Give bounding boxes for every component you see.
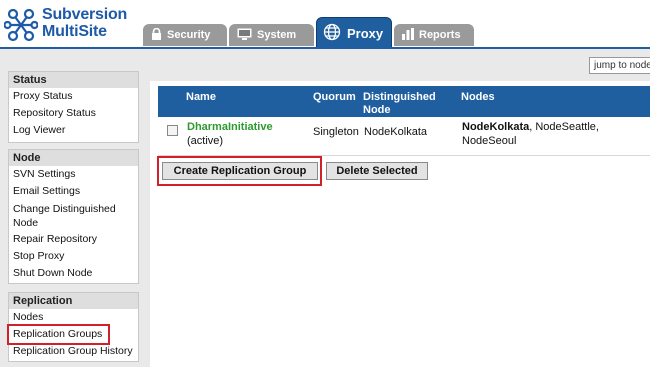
sidebar-item-shut-down-node[interactable]: Shut Down Node (9, 265, 138, 282)
logo-line-1: Subversion (42, 6, 128, 23)
logo-line-2: MultiSite (42, 23, 107, 40)
group-nodes-distinguished: NodeKolkata (462, 121, 530, 133)
column-header-quorum: Quorum (313, 91, 356, 103)
sidebar-heading: Replication (9, 293, 138, 309)
sidebar-item-replication-group-history[interactable]: Replication Group History (9, 343, 138, 360)
group-distinguished-node: NodeKolkata (364, 126, 427, 138)
delete-selected-button[interactable]: Delete Selected (326, 162, 428, 180)
column-header-distinguished: Distinguished (363, 91, 436, 103)
tab-security[interactable]: Security (143, 24, 227, 46)
tab-reports[interactable]: Reports (394, 24, 474, 46)
group-status: (active) (187, 135, 224, 147)
sidebar-heading: Status (9, 72, 138, 88)
create-replication-group-button[interactable]: Create Replication Group (162, 162, 318, 180)
network-logo-icon (4, 8, 38, 42)
lock-icon (151, 27, 162, 43)
sidebar-heading: Node (9, 150, 138, 166)
group-name-link[interactable]: DharmaInitiative (187, 121, 273, 134)
monitor-icon (237, 28, 252, 43)
tab-label: System (257, 29, 297, 41)
column-header-name: Name (186, 91, 216, 103)
group-nodes-line2: NodeSeoul (462, 135, 517, 147)
sidebar-item-nodes[interactable]: Nodes (9, 309, 138, 326)
sidebar-replication-panel: Replication Nodes Replication Groups Rep… (6, 292, 139, 362)
group-quorum: Singleton (313, 126, 359, 138)
sidebar-item-change-distinguished-node[interactable]: Change Distinguished Node (9, 200, 138, 231)
tab-label: Reports (419, 29, 461, 41)
app-logo[interactable]: Subversion MultiSite (4, 3, 139, 47)
column-header-distinguished-node: Node (363, 104, 391, 116)
jump-to-node-input[interactable]: jump to node (589, 57, 650, 74)
row-checkbox[interactable] (167, 125, 178, 136)
sidebar-item-proxy-status[interactable]: Proxy Status (9, 88, 138, 105)
sidebar-item-repair-repository[interactable]: Repair Repository (9, 231, 138, 248)
tab-label: Security (167, 29, 211, 41)
bar-chart-icon (402, 27, 414, 43)
sidebar-node-panel: Node SVN Settings Email Settings Change … (8, 149, 139, 284)
sidebar-status-panel: Status Proxy Status Repository Status Lo… (8, 71, 139, 143)
column-header-nodes: Nodes (461, 91, 495, 103)
sidebar-item-stop-proxy[interactable]: Stop Proxy (9, 248, 138, 265)
tab-proxy[interactable]: Proxy (316, 17, 392, 48)
sidebar-item-log-viewer[interactable]: Log Viewer (9, 122, 138, 139)
sidebar-item-svn-settings[interactable]: SVN Settings (9, 166, 138, 183)
group-nodes-rest: , NodeSeattle, (529, 121, 599, 133)
table-header: Name Quorum Distinguished Node Nodes (158, 86, 650, 117)
logo-text: Subversion MultiSite (42, 6, 127, 40)
tab-system[interactable]: System (229, 24, 314, 46)
globe-icon (323, 23, 341, 44)
tab-label: Proxy (347, 25, 384, 41)
sidebar-item-email-settings[interactable]: Email Settings (9, 183, 138, 200)
sidebar-item-replication-groups-wrap: Replication Groups (6, 324, 138, 345)
table-row: DharmaInitiative (active) Singleton Node… (158, 117, 650, 156)
header: Subversion MultiSite Security System Pro… (0, 0, 650, 48)
sidebar-item-replication-groups[interactable]: Replication Groups (6, 324, 111, 345)
sidebar-item-repository-status[interactable]: Repository Status (9, 105, 138, 122)
group-nodes: NodeKolkata, NodeSeattle, (462, 121, 599, 134)
